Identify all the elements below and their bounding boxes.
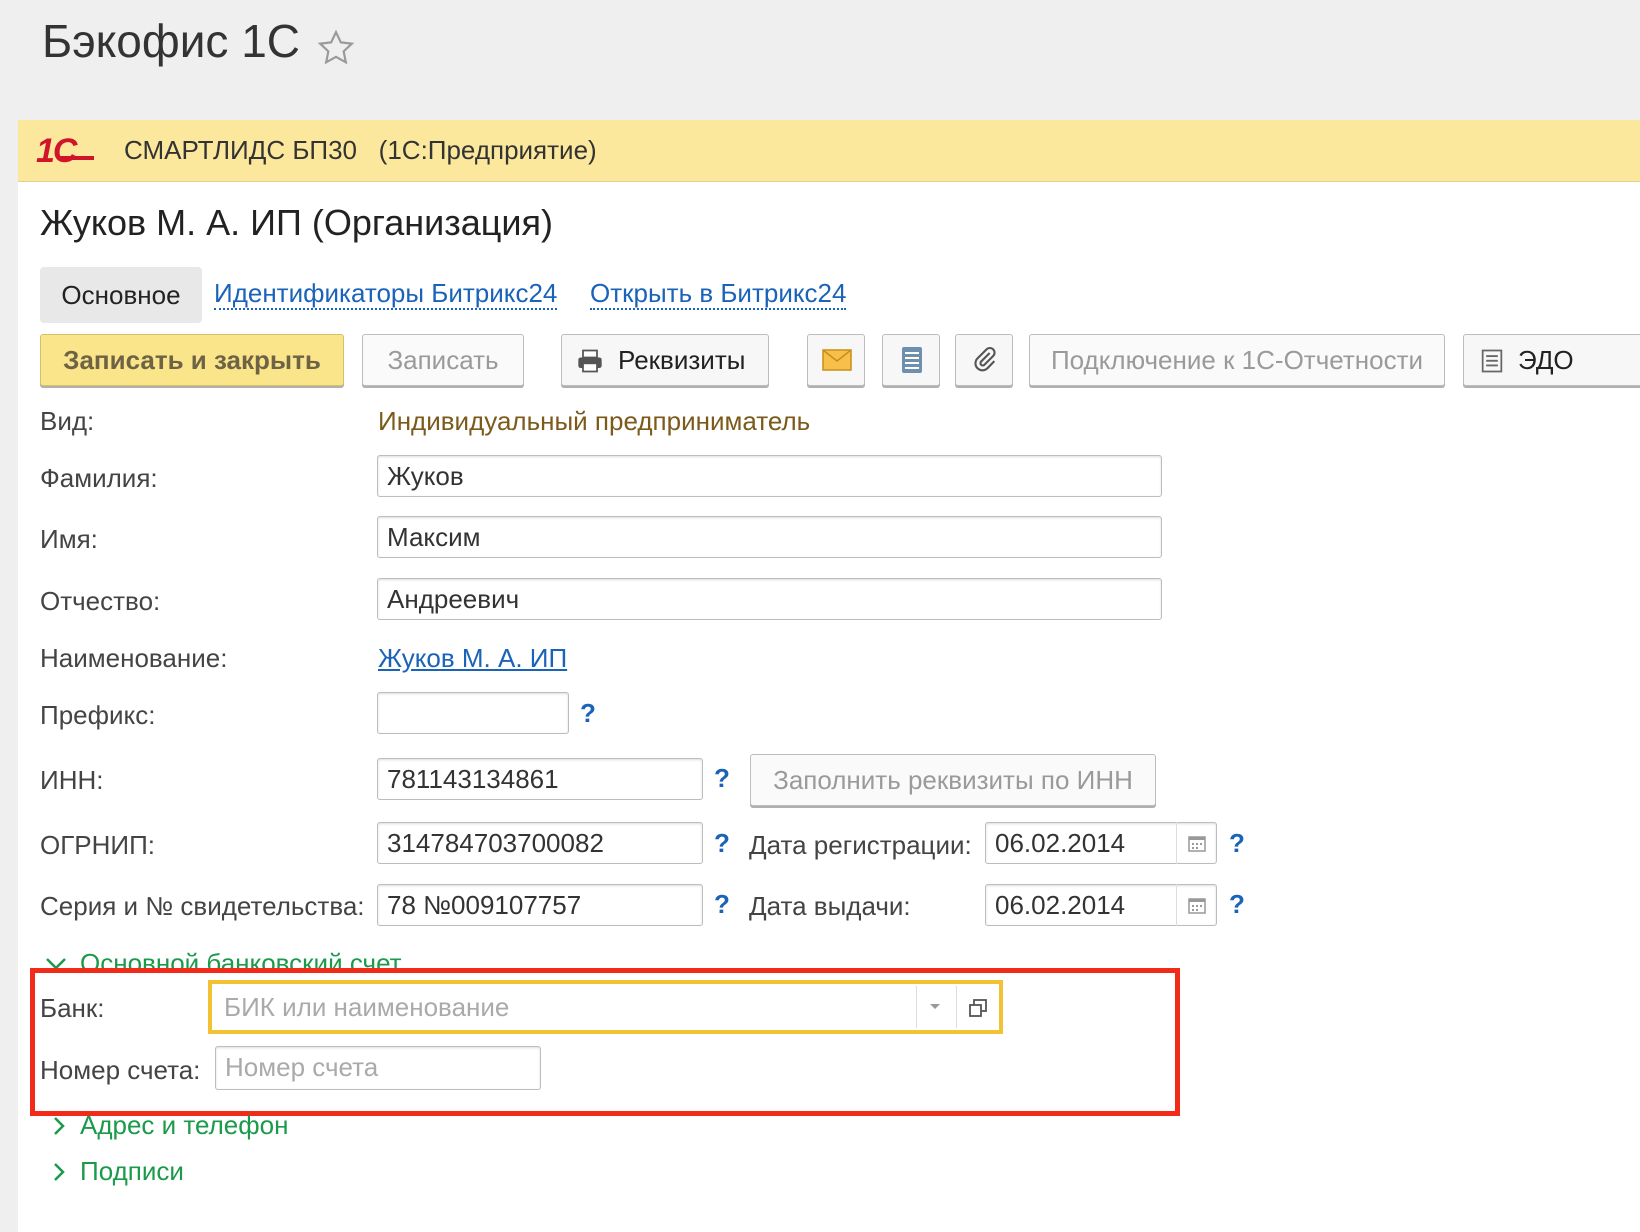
prefix-label: Префикс: xyxy=(40,700,156,730)
cert-help-icon[interactable]: ? xyxy=(714,889,730,920)
paperclip-icon xyxy=(974,346,996,372)
list-icon xyxy=(902,347,922,373)
highlight-frame xyxy=(30,968,1180,1116)
patronymic-field[interactable]: Андреевич xyxy=(377,578,1162,620)
reg-date-calendar-button[interactable] xyxy=(1176,822,1216,864)
name-label: Имя: xyxy=(40,524,98,554)
star-outline-icon[interactable] xyxy=(316,28,356,68)
inn-field[interactable]: 781143134861 xyxy=(377,758,703,800)
prefix-help-icon[interactable]: ? xyxy=(580,698,596,729)
issue-date-help-icon[interactable]: ? xyxy=(1229,889,1245,920)
chevron-right-icon[interactable] xyxy=(50,1161,68,1183)
logo-1c: 1С xyxy=(36,132,77,170)
form-title: Жуков М. А. ИП (Организация) xyxy=(40,202,553,243)
vid-value: Индивидуальный предприниматель xyxy=(378,406,811,436)
ogrnip-help-icon[interactable]: ? xyxy=(714,828,730,859)
issue-date-calendar-button[interactable] xyxy=(1176,884,1216,926)
group-address-phone[interactable]: Адрес и телефон xyxy=(80,1110,288,1141)
naming-label: Наименование: xyxy=(40,643,228,673)
reg-date-label: Дата регистрации: xyxy=(749,830,972,860)
tab-main[interactable]: Основное xyxy=(40,267,202,323)
requisites-label: Реквизиты xyxy=(618,345,746,375)
app-header-bar: 1С СМАРТЛИДС БП30 (1С:Предприятие) xyxy=(18,120,1640,182)
calendar-icon xyxy=(1188,836,1206,852)
save-button[interactable]: Записать xyxy=(362,334,524,386)
cert-field[interactable]: 78 №009107757 xyxy=(377,884,703,926)
save-and-close-button[interactable]: Записать и закрыть xyxy=(40,334,344,386)
printer-icon xyxy=(578,349,602,373)
connect-reporting-button[interactable]: Подключение к 1С-Отчетности xyxy=(1029,334,1445,386)
cert-label: Серия и № свидетельства: xyxy=(40,891,365,921)
patronymic-label: Отчество: xyxy=(40,586,161,616)
page-title: Бэкофис 1С xyxy=(42,15,301,67)
tab-bitrix-ids[interactable]: Идентификаторы Битрикс24 xyxy=(214,278,558,310)
inn-help-icon[interactable]: ? xyxy=(714,763,730,794)
form-window: 1С СМАРТЛИДС БП30 (1С:Предприятие) Жуков… xyxy=(18,120,1640,1232)
chevron-right-icon[interactable] xyxy=(50,1115,68,1137)
edo-icon xyxy=(1481,349,1503,373)
requisites-button[interactable]: Реквизиты xyxy=(561,334,769,386)
vid-label: Вид: xyxy=(40,406,95,436)
group-signatures[interactable]: Подписи xyxy=(80,1156,184,1187)
calendar-icon xyxy=(1188,898,1206,914)
surname-label: Фамилия: xyxy=(40,463,158,493)
app-title: СМАРТЛИДС БП30 (1С:Предприятие) xyxy=(124,135,597,165)
ogrnip-field[interactable]: 314784703700082 xyxy=(377,822,703,864)
list-button[interactable] xyxy=(882,334,940,386)
ogrnip-label: ОГРНИП: xyxy=(40,830,156,860)
edo-button[interactable]: ЭДО xyxy=(1463,334,1640,386)
logo-underline-icon xyxy=(58,156,94,160)
fill-by-inn-button[interactable]: Заполнить реквизиты по ИНН xyxy=(750,754,1156,806)
edo-label: ЭДО xyxy=(1518,345,1574,375)
naming-link[interactable]: Жуков М. А. ИП xyxy=(378,643,567,674)
prefix-field[interactable] xyxy=(377,692,569,734)
name-field[interactable]: Максим xyxy=(377,516,1162,558)
issue-date-label: Дата выдачи: xyxy=(749,891,911,921)
reg-date-help-icon[interactable]: ? xyxy=(1229,828,1245,859)
inn-label: ИНН: xyxy=(40,765,104,795)
attach-button[interactable] xyxy=(955,334,1013,386)
tab-open-bitrix[interactable]: Открыть в Битрикс24 xyxy=(590,278,847,310)
envelope-icon xyxy=(822,349,852,371)
surname-field[interactable]: Жуков xyxy=(377,455,1162,497)
email-button[interactable] xyxy=(807,334,865,386)
